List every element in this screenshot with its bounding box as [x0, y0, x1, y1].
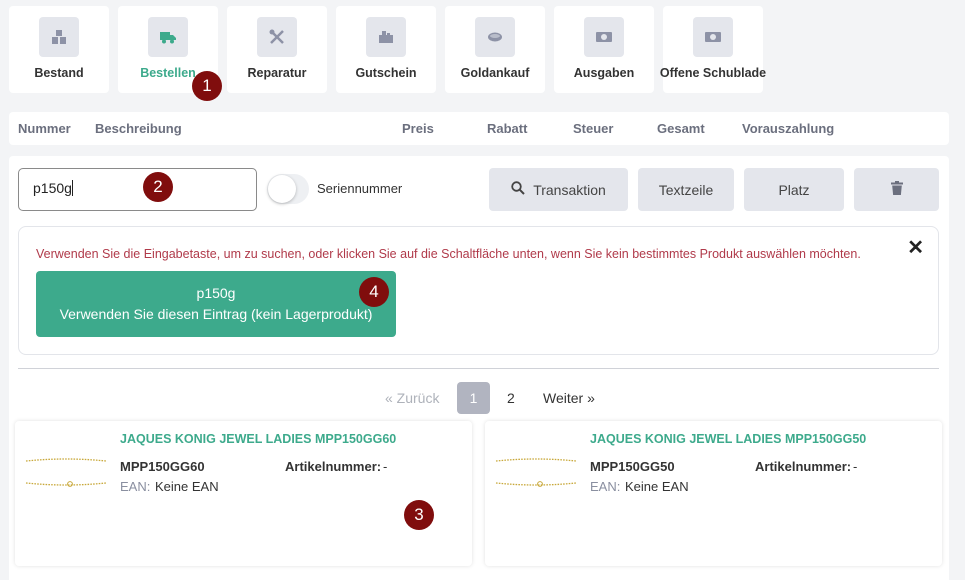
tab-reparatur[interactable]: Reparatur [227, 6, 327, 93]
tab-label: Offene Schublade [659, 66, 767, 80]
use-entry-value: p150g [196, 285, 236, 301]
inventory-icon [39, 17, 79, 57]
product-sku: MPP150GG50 [590, 459, 675, 474]
col-steuer: Steuer [573, 121, 614, 136]
annotation-badge: 1 [192, 71, 222, 101]
text-caret [71, 180, 73, 196]
col-beschreibung: Beschreibung [95, 121, 182, 136]
pagination-next[interactable]: Weiter » [543, 382, 595, 414]
col-rabatt: Rabatt [487, 121, 528, 136]
delete-button[interactable] [854, 168, 939, 211]
annotation-badge: 3 [404, 500, 434, 530]
tab-bar: Bestand Bestellen Reparatur Gutschein Go… [9, 6, 766, 93]
product-title[interactable]: JAQUES KONIG JEWEL LADIES MPP150GG50 [590, 432, 866, 446]
use-entry-button[interactable]: p150g Verwenden Sie diesen Eintrag (kein… [36, 271, 396, 337]
annotation-badge: 4 [359, 277, 389, 307]
ean-label: EAN: [120, 479, 151, 494]
transaction-button[interactable]: Transaktion [489, 168, 628, 211]
product-title[interactable]: JAQUES KONIG JEWEL LADIES MPP150GG60 [120, 432, 396, 446]
pagination-page-1[interactable]: 1 [457, 382, 490, 414]
pagination-prev[interactable]: « Zurück [385, 382, 439, 414]
transaction-button-label: Transaktion [533, 181, 606, 198]
close-icon[interactable]: ✕ [907, 235, 924, 260]
drawer-icon [693, 17, 733, 57]
pagination-page-2[interactable]: 2 [507, 382, 515, 414]
truck-icon [148, 17, 188, 57]
use-entry-label: Verwenden Sie diesen Eintrag (kein Lager… [59, 306, 373, 322]
tab-ausgaben[interactable]: Ausgaben [554, 6, 654, 93]
article-number-label: Artikelnummer: [285, 459, 382, 474]
tab-label: Bestand [34, 66, 84, 80]
search-icon [511, 181, 525, 198]
product-image [495, 443, 577, 503]
tab-goldankauf[interactable]: Goldankauf [445, 6, 545, 93]
article-number-value: - [383, 459, 388, 474]
search-input[interactable]: p150g [18, 168, 257, 211]
place-button-label: Platz [778, 181, 810, 198]
tab-label: Ausgaben [573, 66, 635, 80]
col-vorauszahlung: Vorauszahlung [742, 121, 835, 136]
col-nummer: Nummer [18, 121, 71, 136]
col-gesamt: Gesamt [657, 121, 705, 136]
ean-value: Keine EAN [625, 479, 689, 494]
ean-value: Keine EAN [155, 479, 219, 494]
divider [18, 368, 939, 369]
product-image [25, 443, 107, 503]
annotation-badge: 2 [143, 172, 173, 202]
tab-gutschein[interactable]: Gutschein [336, 6, 436, 93]
product-card[interactable]: JAQUES KONIG JEWEL LADIES MPP150GG60 MPP… [15, 421, 472, 566]
serial-number-label: Seriennummer [317, 181, 403, 196]
gold-icon [475, 17, 515, 57]
article-number-label: Artikelnummer: [755, 459, 852, 474]
col-preis: Preis [402, 121, 434, 136]
tab-bestand[interactable]: Bestand [9, 6, 109, 93]
alert-message: Verwenden Sie die Eingabetaste, um zu su… [36, 247, 861, 261]
text-line-button[interactable]: Textzeile [638, 168, 734, 211]
line-items-header: Nummer Beschreibung Preis Rabatt Steuer … [9, 112, 949, 145]
trash-icon [890, 181, 903, 198]
tab-label: Gutschein [355, 66, 417, 80]
ean-label: EAN: [590, 479, 621, 494]
money-icon [584, 17, 624, 57]
serial-number-toggle[interactable] [267, 174, 309, 204]
tab-offene-schublade[interactable]: Offene Schublade [660, 6, 766, 93]
tab-label: Reparatur [247, 66, 307, 80]
text-line-button-label: Textzeile [658, 181, 714, 198]
search-value: p150g [33, 180, 72, 196]
product-sku: MPP150GG60 [120, 459, 205, 474]
tools-icon [257, 17, 297, 57]
voucher-icon [366, 17, 406, 57]
place-button[interactable]: Platz [744, 168, 844, 211]
article-number-value: - [853, 459, 858, 474]
tab-label: Goldankauf [460, 66, 530, 80]
product-card[interactable]: JAQUES KONIG JEWEL LADIES MPP150GG50 MPP… [485, 421, 942, 566]
